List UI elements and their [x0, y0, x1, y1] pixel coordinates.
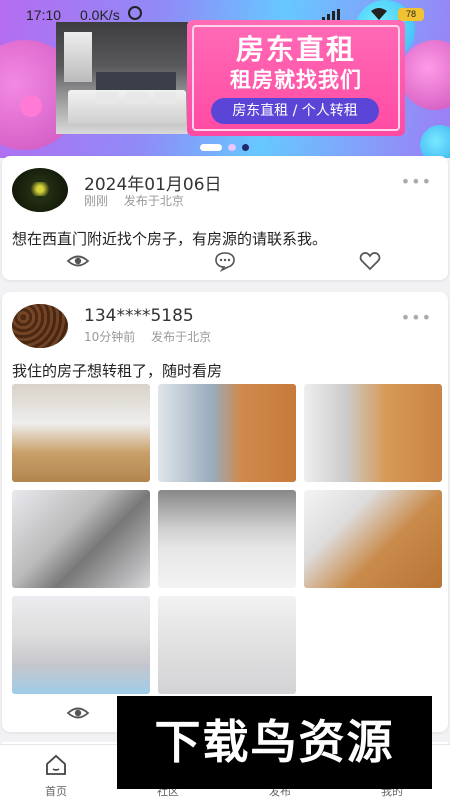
post-time: 10分钟前	[84, 330, 136, 344]
room-photo[interactable]	[304, 384, 442, 482]
room-photo[interactable]	[12, 596, 150, 694]
post-meta: 10分钟前 发布于北京	[84, 328, 211, 345]
nav-label: 首页	[45, 785, 67, 798]
post-location: 发布于北京	[151, 330, 212, 344]
carousel-indicator	[200, 144, 260, 152]
avatar[interactable]	[12, 168, 68, 212]
post-time: 刚刚	[84, 194, 109, 208]
banner-pill: 房东直租 / 个人转租	[211, 98, 379, 124]
post-meta: 刚刚 发布于北京	[84, 192, 184, 209]
comment-icon[interactable]	[213, 250, 237, 273]
avatar[interactable]	[12, 304, 68, 348]
decor-bubble	[420, 125, 450, 158]
status-network-speed: 0.0K/s	[80, 7, 120, 23]
status-time: 17:10	[26, 7, 62, 23]
banner-bedroom-photo	[56, 22, 188, 134]
post-location: 发布于北京	[123, 194, 184, 208]
watermark-overlay: 下载鸟资源	[117, 696, 432, 789]
top-banner[interactable]: 17:10 0.0K/s 78 房东直租 租房就找我们 房东直租 / 个人转租	[0, 0, 450, 158]
more-options-button[interactable]: •••	[401, 308, 432, 327]
banner-title: 房东直租	[235, 33, 356, 66]
view-icon[interactable]	[66, 702, 90, 724]
more-options-button[interactable]: •••	[401, 172, 432, 191]
post-username: 134****5185	[84, 306, 194, 326]
decor-bubble	[400, 40, 450, 110]
like-icon[interactable]	[358, 250, 382, 272]
room-photo[interactable]	[158, 384, 296, 482]
room-photo[interactable]	[158, 490, 296, 588]
home-icon	[44, 753, 68, 777]
room-photo[interactable]	[158, 596, 296, 694]
alarm-icon	[128, 6, 142, 20]
room-photo[interactable]	[12, 384, 150, 482]
battery-icon: 78	[398, 8, 424, 21]
post-text: 想在西直门附近找个房子，有房源的请联系我。	[12, 230, 328, 248]
view-icon[interactable]	[66, 250, 90, 272]
banner-ad-card[interactable]: 房东直租 租房就找我们 房东直租 / 个人转租	[187, 20, 405, 136]
banner-subtitle: 租房就找我们	[230, 68, 362, 92]
post-card[interactable]: 134****5185 10分钟前 发布于北京 ••• 我住的房子想转租了，随时…	[2, 292, 448, 732]
post-text: 我住的房子想转租了，随时看房	[12, 362, 223, 380]
decor-bubble	[20, 95, 42, 117]
room-photo[interactable]	[12, 490, 150, 588]
room-photo[interactable]	[304, 490, 442, 588]
nav-home[interactable]: 首页	[16, 745, 96, 800]
post-actions	[2, 250, 448, 276]
post-card[interactable]: 2024年01月06日 刚刚 发布于北京 ••• 想在西直门附近找个房子，有房源…	[2, 156, 448, 280]
